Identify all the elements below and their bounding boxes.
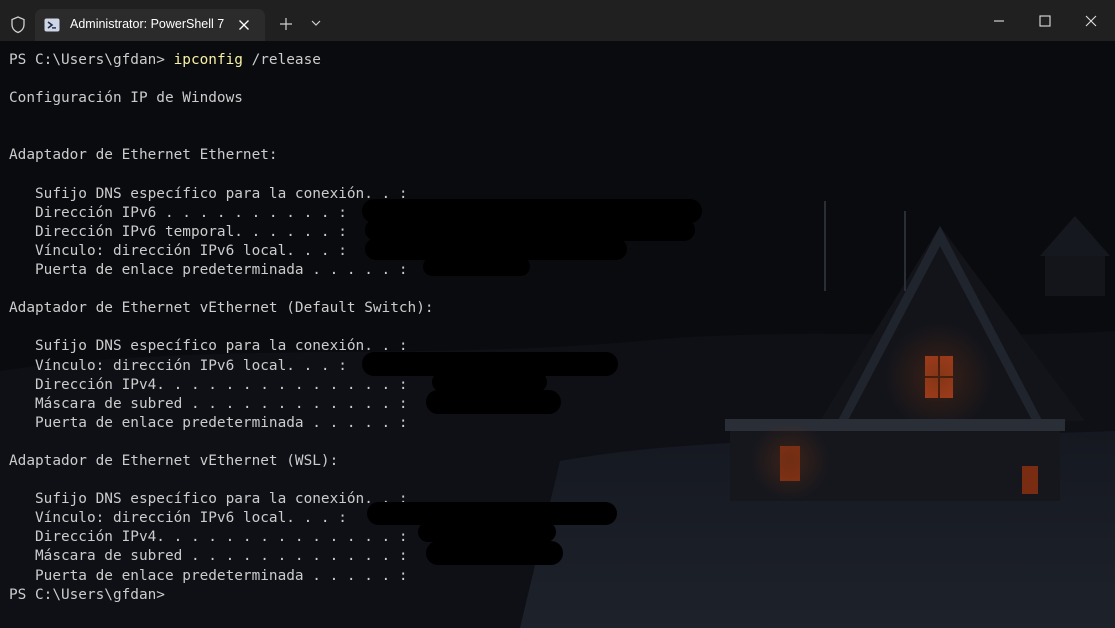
redaction-mark — [423, 257, 530, 276]
chevron-down-icon[interactable] — [309, 16, 323, 30]
redaction-mark — [426, 390, 561, 414]
output-title: Configuración IP de Windows — [9, 90, 243, 107]
adapter-header: Adaptador de Ethernet vEthernet (Default… — [9, 300, 434, 317]
terminal-output[interactable]: PS C:\Users\gfdan> ipconfig /release Con… — [0, 41, 1115, 628]
redaction-mark — [426, 541, 563, 565]
output-line: Máscara de subred . . . . . . . . . . . … — [9, 548, 408, 565]
powershell-icon — [44, 18, 60, 32]
maximize-icon[interactable] — [1037, 13, 1053, 29]
command-name: ipconfig — [173, 52, 243, 68]
plus-icon[interactable] — [278, 16, 294, 32]
close-icon[interactable] — [1083, 13, 1099, 29]
adapter-header: Adaptador de Ethernet vEthernet (WSL): — [9, 452, 339, 469]
tab-title: Administrator: PowerShell 7 — [70, 17, 225, 31]
output-line: Máscara de subred . . . . . . . . . . . … — [9, 395, 408, 412]
adapter-header: Adaptador de Ethernet Ethernet: — [9, 147, 278, 164]
close-icon[interactable] — [236, 17, 252, 33]
prompt-line: PS C:\Users\gfdan> — [9, 586, 165, 603]
shield-icon — [11, 16, 25, 34]
tab-powershell[interactable]: Administrator: PowerShell 7 — [35, 9, 265, 41]
redaction-mark — [432, 372, 547, 392]
minimize-icon[interactable] — [991, 13, 1007, 29]
output-line: Puerta de enlace predeterminada . . . . … — [9, 414, 408, 431]
title-bar[interactable]: Administrator: PowerShell 7 — [0, 0, 1115, 41]
redaction-mark — [418, 522, 556, 542]
terminal-window: Administrator: PowerShell 7 PS C:\Users\… — [0, 0, 1115, 628]
output-line: Puerta de enlace predeterminada . . . . … — [9, 262, 408, 279]
output-line: Dirección IPv4. . . . . . . . . . . . . … — [9, 529, 408, 546]
output-line: Puerta de enlace predeterminada . . . . … — [9, 567, 408, 584]
prompt: PS C:\Users\gfdan> — [9, 52, 174, 68]
command-args: /release — [242, 52, 321, 68]
output-line: Dirección IPv4. . . . . . . . . . . . . … — [9, 376, 408, 393]
prompt-line: PS C:\Users\gfdan> ipconfig /release — [9, 51, 434, 70]
